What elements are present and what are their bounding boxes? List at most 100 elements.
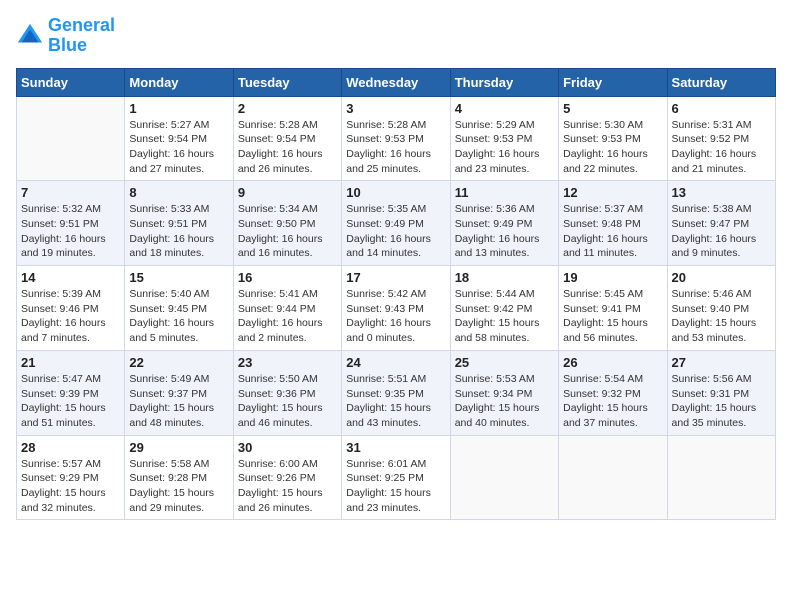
header-friday: Friday: [559, 68, 667, 96]
cell-4-6: 26 Sunrise: 5:54 AM Sunset: 9:32 PM Dayli…: [559, 350, 667, 435]
day-number: 22: [129, 355, 228, 370]
cell-3-1: 14 Sunrise: 5:39 AM Sunset: 9:46 PM Dayli…: [17, 266, 125, 351]
cell-content: Sunrise: 5:49 AM Sunset: 9:37 PM Dayligh…: [129, 372, 228, 431]
day-number: 26: [563, 355, 662, 370]
logo-icon: [16, 22, 44, 50]
calendar-table: SundayMondayTuesdayWednesdayThursdayFrid…: [16, 68, 776, 521]
day-number: 25: [455, 355, 554, 370]
cell-content: Sunrise: 5:35 AM Sunset: 9:49 PM Dayligh…: [346, 202, 445, 261]
cell-4-5: 25 Sunrise: 5:53 AM Sunset: 9:34 PM Dayli…: [450, 350, 558, 435]
cell-content: Sunrise: 5:37 AM Sunset: 9:48 PM Dayligh…: [563, 202, 662, 261]
cell-4-1: 21 Sunrise: 5:47 AM Sunset: 9:39 PM Dayli…: [17, 350, 125, 435]
cell-content: Sunrise: 5:30 AM Sunset: 9:53 PM Dayligh…: [563, 118, 662, 177]
day-number: 8: [129, 185, 228, 200]
day-number: 14: [21, 270, 120, 285]
day-number: 9: [238, 185, 337, 200]
day-number: 15: [129, 270, 228, 285]
week-row-5: 28Sunrise: 5:57 AM Sunset: 9:29 PM Dayli…: [17, 435, 776, 520]
cell-content: Sunrise: 5:56 AM Sunset: 9:31 PM Dayligh…: [672, 372, 771, 431]
cell-content: Sunrise: 5:32 AM Sunset: 9:51 PM Dayligh…: [21, 202, 120, 261]
cell-content: Sunrise: 5:40 AM Sunset: 9:45 PM Dayligh…: [129, 287, 228, 346]
cell-content: Sunrise: 5:50 AM Sunset: 9:36 PM Dayligh…: [238, 372, 337, 431]
cell-1-2: 1 Sunrise: 5:27 AM Sunset: 9:54 PM Daylig…: [125, 96, 233, 181]
cell-2-3: 9 Sunrise: 5:34 AM Sunset: 9:50 PM Daylig…: [233, 181, 341, 266]
cell-4-4: 24 Sunrise: 5:51 AM Sunset: 9:35 PM Dayli…: [342, 350, 450, 435]
cell-3-6: 19 Sunrise: 5:45 AM Sunset: 9:41 PM Dayli…: [559, 266, 667, 351]
cell-content: Sunrise: 6:01 AM Sunset: 9:25 PM Dayligh…: [346, 457, 445, 516]
cell-2-4: 10 Sunrise: 5:35 AM Sunset: 9:49 PM Dayli…: [342, 181, 450, 266]
day-number: 4: [455, 101, 554, 116]
cell-content: Sunrise: 5:53 AM Sunset: 9:34 PM Dayligh…: [455, 372, 554, 431]
day-number: 27: [672, 355, 771, 370]
cell-content: Sunrise: 5:39 AM Sunset: 9:46 PM Dayligh…: [21, 287, 120, 346]
header-row: SundayMondayTuesdayWednesdayThursdayFrid…: [17, 68, 776, 96]
cell-5-6: [559, 435, 667, 520]
cell-3-4: 17Sunrise: 5:42 AM Sunset: 9:43 PM Dayli…: [342, 266, 450, 351]
day-number: 30: [238, 440, 337, 455]
cell-5-3: 30 Sunrise: 6:00 AM Sunset: 9:26 PM Dayli…: [233, 435, 341, 520]
cell-content: Sunrise: 5:46 AM Sunset: 9:40 PM Dayligh…: [672, 287, 771, 346]
day-number: 18: [455, 270, 554, 285]
cell-1-3: 2Sunrise: 5:28 AM Sunset: 9:54 PM Daylig…: [233, 96, 341, 181]
cell-1-4: 3 Sunrise: 5:28 AM Sunset: 9:53 PM Daylig…: [342, 96, 450, 181]
header-monday: Monday: [125, 68, 233, 96]
day-number: 31: [346, 440, 445, 455]
logo-text: General Blue: [48, 16, 115, 56]
page-header: General Blue: [16, 16, 776, 56]
cell-1-5: 4Sunrise: 5:29 AM Sunset: 9:53 PM Daylig…: [450, 96, 558, 181]
logo: General Blue: [16, 16, 115, 56]
header-sunday: Sunday: [17, 68, 125, 96]
cell-content: Sunrise: 5:38 AM Sunset: 9:47 PM Dayligh…: [672, 202, 771, 261]
day-number: 19: [563, 270, 662, 285]
cell-1-1: [17, 96, 125, 181]
cell-content: Sunrise: 5:34 AM Sunset: 9:50 PM Dayligh…: [238, 202, 337, 261]
week-row-4: 21 Sunrise: 5:47 AM Sunset: 9:39 PM Dayli…: [17, 350, 776, 435]
day-number: 3: [346, 101, 445, 116]
cell-4-7: 27 Sunrise: 5:56 AM Sunset: 9:31 PM Dayli…: [667, 350, 775, 435]
cell-3-5: 18 Sunrise: 5:44 AM Sunset: 9:42 PM Dayli…: [450, 266, 558, 351]
cell-content: Sunrise: 5:28 AM Sunset: 9:54 PM Dayligh…: [238, 118, 337, 177]
cell-5-1: 28Sunrise: 5:57 AM Sunset: 9:29 PM Dayli…: [17, 435, 125, 520]
cell-content: Sunrise: 5:27 AM Sunset: 9:54 PM Dayligh…: [129, 118, 228, 177]
cell-content: Sunrise: 5:51 AM Sunset: 9:35 PM Dayligh…: [346, 372, 445, 431]
header-thursday: Thursday: [450, 68, 558, 96]
day-number: 5: [563, 101, 662, 116]
cell-1-7: 6Sunrise: 5:31 AM Sunset: 9:52 PM Daylig…: [667, 96, 775, 181]
cell-2-7: 13 Sunrise: 5:38 AM Sunset: 9:47 PM Dayli…: [667, 181, 775, 266]
day-number: 7: [21, 185, 120, 200]
cell-3-2: 15 Sunrise: 5:40 AM Sunset: 9:45 PM Dayli…: [125, 266, 233, 351]
day-number: 10: [346, 185, 445, 200]
cell-content: Sunrise: 5:58 AM Sunset: 9:28 PM Dayligh…: [129, 457, 228, 516]
day-number: 1: [129, 101, 228, 116]
header-wednesday: Wednesday: [342, 68, 450, 96]
cell-5-7: [667, 435, 775, 520]
day-number: 24: [346, 355, 445, 370]
calendar-header: SundayMondayTuesdayWednesdayThursdayFrid…: [17, 68, 776, 96]
cell-2-6: 12Sunrise: 5:37 AM Sunset: 9:48 PM Dayli…: [559, 181, 667, 266]
day-number: 11: [455, 185, 554, 200]
cell-content: Sunrise: 5:36 AM Sunset: 9:49 PM Dayligh…: [455, 202, 554, 261]
cell-2-2: 8Sunrise: 5:33 AM Sunset: 9:51 PM Daylig…: [125, 181, 233, 266]
cell-content: Sunrise: 5:31 AM Sunset: 9:52 PM Dayligh…: [672, 118, 771, 177]
cell-content: Sunrise: 5:44 AM Sunset: 9:42 PM Dayligh…: [455, 287, 554, 346]
cell-content: Sunrise: 5:45 AM Sunset: 9:41 PM Dayligh…: [563, 287, 662, 346]
week-row-2: 7 Sunrise: 5:32 AM Sunset: 9:51 PM Daylig…: [17, 181, 776, 266]
cell-3-7: 20Sunrise: 5:46 AM Sunset: 9:40 PM Dayli…: [667, 266, 775, 351]
week-row-1: 1 Sunrise: 5:27 AM Sunset: 9:54 PM Daylig…: [17, 96, 776, 181]
cell-5-5: [450, 435, 558, 520]
cell-content: Sunrise: 5:41 AM Sunset: 9:44 PM Dayligh…: [238, 287, 337, 346]
day-number: 21: [21, 355, 120, 370]
day-number: 13: [672, 185, 771, 200]
header-tuesday: Tuesday: [233, 68, 341, 96]
calendar-body: 1 Sunrise: 5:27 AM Sunset: 9:54 PM Daylig…: [17, 96, 776, 520]
cell-3-3: 16 Sunrise: 5:41 AM Sunset: 9:44 PM Dayli…: [233, 266, 341, 351]
cell-content: Sunrise: 5:54 AM Sunset: 9:32 PM Dayligh…: [563, 372, 662, 431]
day-number: 16: [238, 270, 337, 285]
cell-content: Sunrise: 6:00 AM Sunset: 9:26 PM Dayligh…: [238, 457, 337, 516]
cell-content: Sunrise: 5:47 AM Sunset: 9:39 PM Dayligh…: [21, 372, 120, 431]
week-row-3: 14 Sunrise: 5:39 AM Sunset: 9:46 PM Dayli…: [17, 266, 776, 351]
day-number: 23: [238, 355, 337, 370]
cell-content: Sunrise: 5:28 AM Sunset: 9:53 PM Dayligh…: [346, 118, 445, 177]
cell-4-3: 23 Sunrise: 5:50 AM Sunset: 9:36 PM Dayli…: [233, 350, 341, 435]
cell-content: Sunrise: 5:57 AM Sunset: 9:29 PM Dayligh…: [21, 457, 120, 516]
